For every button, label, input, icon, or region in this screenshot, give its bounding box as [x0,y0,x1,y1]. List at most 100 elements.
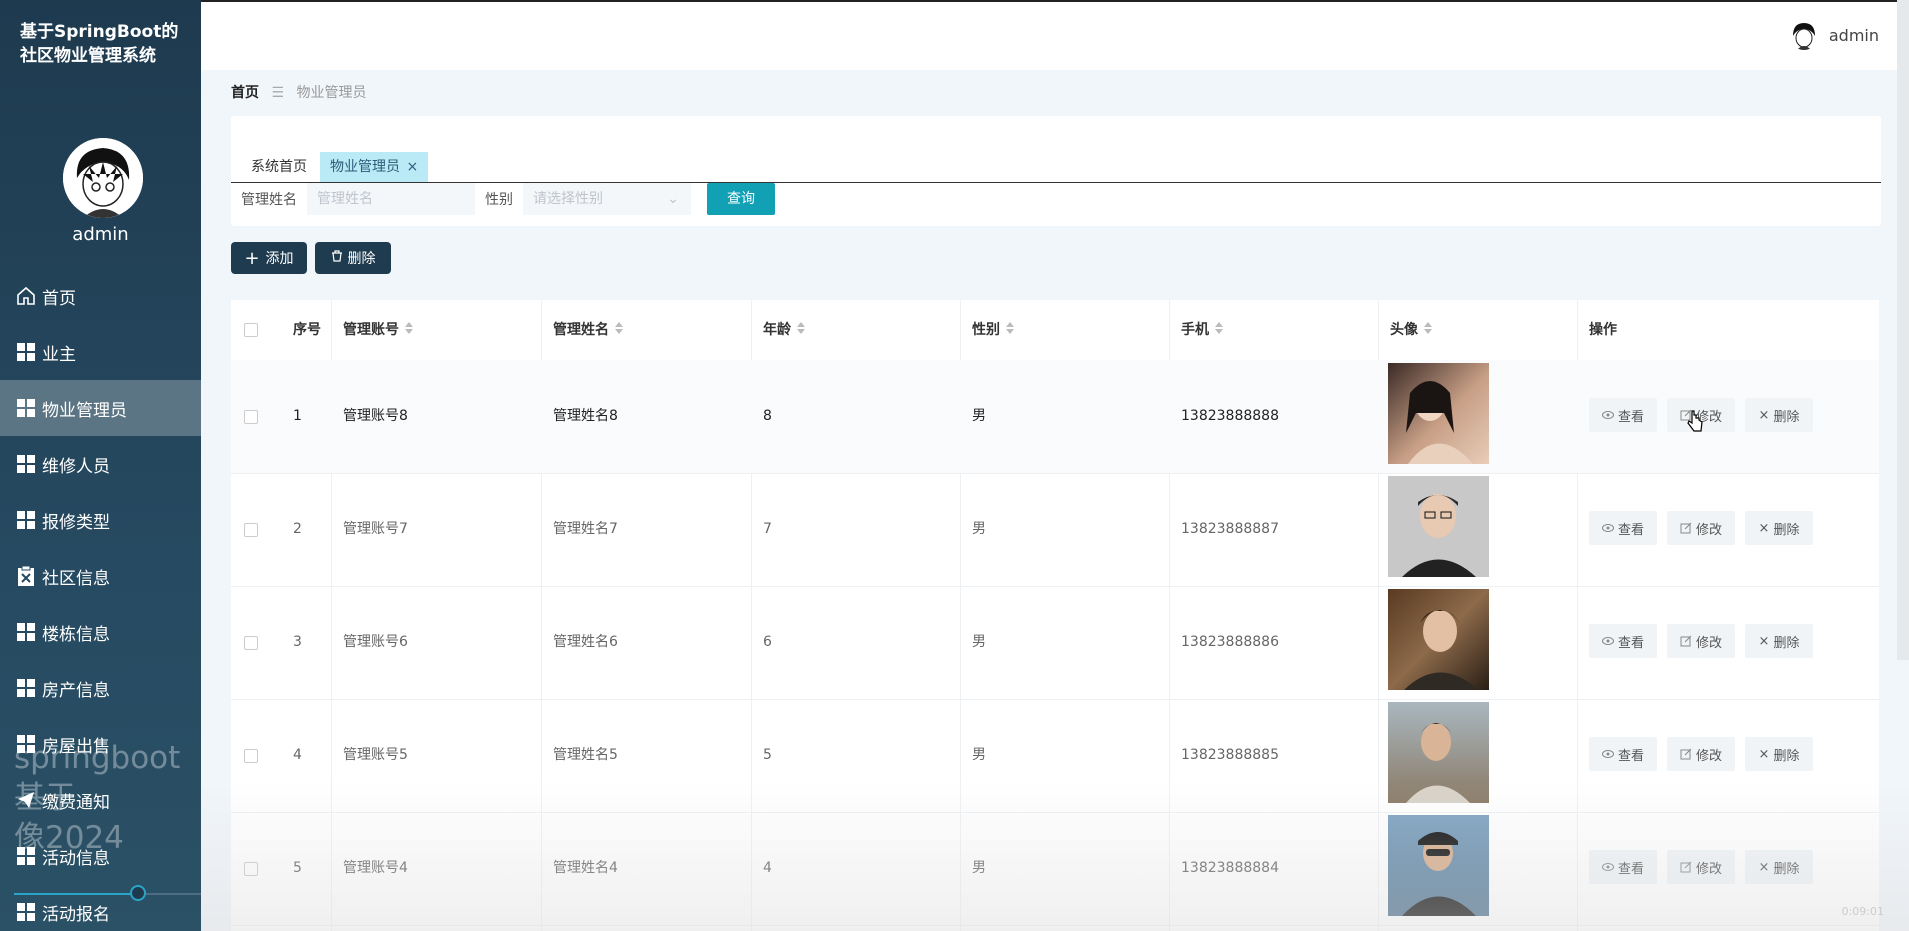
sidebar-item-activity-info[interactable]: 活动信息 [0,828,201,884]
row-delete-button[interactable]: × 删除 [1745,511,1813,545]
edit-button[interactable]: 修改 [1667,511,1735,545]
row-delete-button[interactable]: × 删除 [1745,737,1813,771]
avatar-photo[interactable] [1388,702,1489,803]
row-checkbox[interactable] [244,636,258,650]
header-avatar[interactable]: 头像 [1390,300,1432,360]
avatar-photo[interactable] [1388,815,1489,916]
mouse-cursor-icon [1686,410,1704,436]
header-actions: 操作 [1589,322,1617,338]
video-progress-handle[interactable] [130,885,146,901]
plus-icon: + [244,247,260,269]
delete-button-label: 删除 [347,251,376,267]
cell-account: 管理账号7 [343,521,408,537]
header-account[interactable]: 管理账号 [343,300,413,360]
avatar-photo[interactable] [1388,589,1489,690]
cell-phone: 13823888885 [1181,747,1279,763]
sidebar-item-label: 报修类型 [42,512,110,533]
sidebar-item-home[interactable]: 首页 [0,268,201,324]
breadcrumb-separator: ☰ [271,85,285,101]
sidebar-item-owner[interactable]: 业主 [0,324,201,380]
tab-system-home[interactable]: 系统首页 [241,152,317,182]
sidebar-item-community-info[interactable]: 社区信息 [0,548,201,604]
close-icon[interactable]: × [406,159,418,175]
cell-age: 4 [763,860,772,876]
row-delete-button[interactable]: × 删除 [1745,624,1813,658]
sidebar-item-building-info[interactable]: 楼栋信息 [0,604,201,660]
row-delete-button[interactable]: × 删除 [1745,850,1813,884]
view-button[interactable]: 查看 [1589,850,1657,884]
row-checkbox[interactable] [244,749,258,763]
sidebar-avatar[interactable] [63,138,143,218]
name-input[interactable]: 管理姓名 [307,183,475,215]
sort-icon[interactable] [797,300,805,360]
row-delete-button[interactable]: × 删除 [1745,398,1813,432]
sidebar-item-repair-staff[interactable]: 维修人员 [0,436,201,492]
cell-name: 管理姓名4 [553,860,618,876]
header-phone[interactable]: 手机 [1181,300,1223,360]
edit-icon [1680,748,1692,760]
avatar-image [63,138,143,218]
cell-age: 5 [763,747,772,763]
breadcrumb-home[interactable]: 首页 [231,85,259,101]
breadcrumb-current: 物业管理员 [296,85,367,101]
eye-icon [1601,750,1614,758]
header-age[interactable]: 年龄 [763,300,805,360]
delete-button[interactable]: 删除 [315,242,391,274]
view-button[interactable]: 查看 [1589,624,1657,658]
eye-icon [1601,411,1614,419]
cell-no: 5 [293,860,302,876]
sidebar-item-house-sale[interactable]: 房屋出售 [0,716,201,772]
header-gender[interactable]: 性别 [972,300,1014,360]
row-checkbox[interactable] [244,523,258,537]
sidebar-item-payment-notice[interactable]: 缴费通知 [0,772,201,828]
select-all-checkbox[interactable] [244,323,258,337]
add-button[interactable]: + 添加 [231,242,307,274]
edit-button[interactable]: 修改 [1667,850,1735,884]
grid-icon [16,734,36,754]
header-name[interactable]: 管理姓名 [553,300,623,360]
row-checkbox[interactable] [244,862,258,876]
cell-age: 6 [763,634,772,650]
sidebar-item-label: 物业管理员 [42,400,127,421]
view-button[interactable]: 查看 [1589,398,1657,432]
cell-gender: 男 [972,860,986,876]
sidebar-item-label: 维修人员 [42,456,110,477]
video-progress-fill [14,893,138,895]
sort-icon[interactable] [1006,300,1014,360]
header-avatar[interactable] [1789,20,1819,50]
tab-label: 系统首页 [251,159,307,175]
sidebar-item-property-info[interactable]: 房产信息 [0,660,201,716]
cell-account: 管理账号8 [343,408,408,424]
cell-phone: 13823888886 [1181,634,1279,650]
header-username[interactable]: admin [1829,26,1879,45]
edit-button[interactable]: 修改 [1667,624,1735,658]
page-scrollbar[interactable] [1897,0,1909,660]
cell-phone: 13823888887 [1181,521,1279,537]
sidebar-item-repair-type[interactable]: 报修类型 [0,492,201,548]
table-row: 1 管理账号8 管理姓名8 8 男 13823888888 查看 修改 × 删除 [231,360,1879,474]
gender-select[interactable]: 请选择性别 ⌄ [523,183,691,215]
avatar-photo[interactable] [1388,363,1489,464]
sidebar-item-activity-signup[interactable]: 活动报名 [0,884,201,931]
row-checkbox[interactable] [244,410,258,424]
edit-button[interactable]: 修改 [1667,737,1735,771]
gender-select-placeholder: 请选择性别 [533,191,603,207]
breadcrumb: 首页 ☰ 物业管理员 [231,82,366,102]
sidebar-item-label: 业主 [42,344,76,365]
grid-icon [16,678,36,698]
cell-account: 管理账号5 [343,747,408,763]
eye-icon [1601,524,1614,532]
tab-property-admin[interactable]: 物业管理员 × [320,152,429,182]
sidebar-item-property-admin[interactable]: 物业管理员 [0,380,201,436]
view-button[interactable]: 查看 [1589,511,1657,545]
avatar-photo[interactable] [1388,476,1489,577]
query-button[interactable]: 查询 [707,183,775,215]
table-row: 3 管理账号6 管理姓名6 6 男 13823888886 查看 修改 × 删除 [231,586,1879,700]
sort-icon[interactable] [615,300,623,360]
view-button[interactable]: 查看 [1589,737,1657,771]
sort-icon[interactable] [1215,300,1223,360]
edit-icon [1680,861,1692,873]
sort-icon[interactable] [1424,300,1432,360]
grid-icon [16,342,36,362]
sort-icon[interactable] [405,300,413,360]
